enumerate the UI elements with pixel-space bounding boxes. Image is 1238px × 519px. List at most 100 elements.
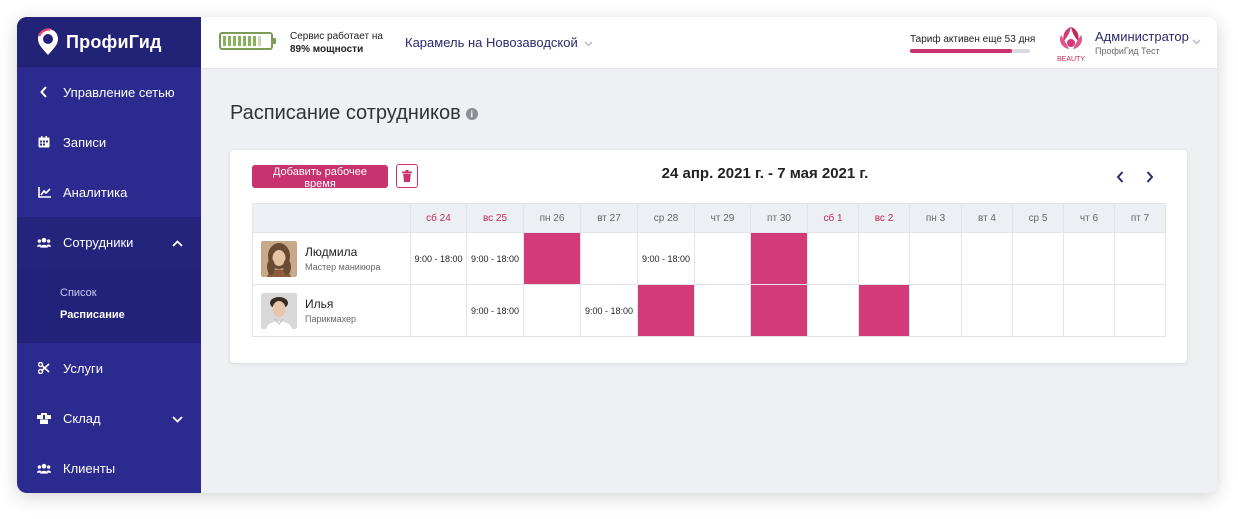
sidebar-item-clients[interactable]: Клиенты: [17, 443, 201, 493]
prev-period-button[interactable]: [1116, 170, 1124, 188]
employee-cell[interactable]: Илья Парикмахер: [252, 284, 411, 337]
schedule-table: сб 24 вс 25 пн 26 вт 27 ср 28 чт 29 пт 30 сб 1в…: [252, 203, 1166, 337]
schedule-cell-empty[interactable]: [961, 232, 1013, 285]
schedule-cell-shift[interactable]: 9:00 - 18:00: [580, 284, 638, 337]
beauty-logo-text: BEAUTY: [1057, 56, 1085, 63]
sidebar-item-label: Записи: [63, 134, 107, 150]
battery-icon: [219, 32, 276, 50]
day-column-header: вс 25: [466, 203, 524, 233]
sidebar: ПрофиГид Управление сетью Записи Аналити…: [17, 17, 201, 493]
employee-name: Людмила: [305, 245, 358, 259]
schedule-cell-marked[interactable]: [523, 232, 581, 285]
employee-role: Парикмахер: [305, 314, 357, 324]
avatar: [261, 292, 297, 329]
day-column-header: чт 6: [1063, 203, 1115, 233]
sidebar-item-analytics[interactable]: Аналитика: [17, 167, 201, 217]
day-column-header: вт 27: [580, 203, 638, 233]
schedule-cell-marked[interactable]: [750, 284, 808, 337]
table-header-row: сб 24 вс 25 пн 26 вт 27 ср 28 чт 29 пт 30 сб 1в…: [252, 203, 1166, 233]
schedule-cell-shift[interactable]: 9:00 - 18:00: [637, 232, 695, 285]
period-label: 24 апр. 2021 г. - 7 мая 2021 г.: [661, 165, 869, 182]
schedule-cell-empty[interactable]: [523, 284, 581, 337]
employee-name: Илья: [305, 297, 334, 311]
chart-icon: [37, 185, 51, 199]
employee-role: Мастер маникюра: [305, 262, 381, 272]
calendar-icon: [37, 135, 51, 149]
chevron-down-icon[interactable]: [1192, 32, 1201, 50]
branch-selector[interactable]: Карамель на Новозаводской: [405, 35, 593, 50]
brand-name: ПрофиГид: [66, 31, 162, 52]
schedule-cell-empty[interactable]: [909, 284, 962, 337]
day-column-header: пт 7: [1114, 203, 1166, 233]
schedule-cell-shift[interactable]: 9:00 - 18:00: [410, 232, 467, 285]
schedule-cell-empty[interactable]: [1012, 284, 1064, 337]
sidebar-item-network[interactable]: Управление сетью: [17, 67, 201, 117]
day-column-header: чт 29: [694, 203, 751, 233]
sidebar-item-label: Склад: [63, 410, 101, 426]
schedule-cell-empty[interactable]: [1012, 232, 1064, 285]
page-title: Расписание сотрудников i: [230, 102, 478, 125]
schedule-cell-marked[interactable]: [637, 284, 695, 337]
chevron-up-icon: [172, 235, 183, 250]
sidebar-item-label: Клиенты: [63, 460, 116, 476]
page-title-text: Расписание сотрудников: [230, 102, 461, 124]
chevron-right-icon: [1146, 171, 1154, 183]
day-column-header: пн 26: [523, 203, 581, 233]
sidebar-item-label: Управление сетью: [63, 84, 175, 100]
day-column-header: пн 3: [909, 203, 962, 233]
schedule-cell-shift[interactable]: 9:00 - 18:00: [466, 232, 524, 285]
scissors-icon: [37, 361, 51, 375]
schedule-cell-empty[interactable]: [1063, 232, 1115, 285]
sidebar-item-records[interactable]: Записи: [17, 117, 201, 167]
schedule-cell-marked[interactable]: [750, 232, 808, 285]
schedule-cell-empty[interactable]: [858, 232, 910, 285]
schedule-cell-empty[interactable]: [410, 284, 467, 337]
schedule-cell-marked[interactable]: [858, 284, 910, 337]
submenu-item-list[interactable]: Список: [60, 287, 97, 299]
sidebar-item-label: Услуги: [63, 360, 103, 376]
info-icon[interactable]: i: [465, 107, 478, 120]
table-row: Людмила Мастер маникюра 9:00 - 18:00 9:00 -…: [252, 232, 1166, 285]
service-status-text: Сервис работает на: [290, 31, 383, 42]
schedule-cell-shift[interactable]: 9:00 - 18:00: [466, 284, 524, 337]
employees-submenu: Список Расписание: [17, 267, 201, 343]
day-column-header: сб 24: [410, 203, 467, 233]
tariff-progress-bar: [910, 49, 1030, 53]
service-status-percent: 89% мощности: [290, 44, 364, 55]
top-header: Сервис работает на 89% мощности Карамель…: [201, 17, 1217, 69]
chevron-down-icon: [584, 35, 593, 50]
users-icon: [37, 235, 51, 249]
sidebar-item-warehouse[interactable]: Склад: [17, 393, 201, 443]
sidebar-item-services[interactable]: Услуги: [17, 343, 201, 393]
schedule-cell-empty[interactable]: [909, 232, 962, 285]
submenu-item-schedule[interactable]: Расписание: [60, 309, 125, 321]
sidebar-item-employees[interactable]: Сотрудники: [17, 217, 201, 267]
schedule-cell-empty[interactable]: [961, 284, 1013, 337]
day-column-header: вт 4: [961, 203, 1013, 233]
schedule-card: Добавить рабочее время 24 апр. 2021 г. -…: [230, 150, 1187, 363]
tariff-status: Тариф активен еще 53 дня: [910, 34, 1036, 45]
tariff-progress-fill: [910, 49, 1012, 53]
employee-cell[interactable]: Людмила Мастер маникюра: [252, 232, 411, 285]
sidebar-item-label: Аналитика: [63, 184, 128, 200]
service-status: Сервис работает на 89% мощности: [290, 30, 383, 56]
boxes-icon: [37, 411, 51, 425]
next-period-button[interactable]: [1146, 170, 1154, 188]
branch-name: Карамель на Новозаводской: [405, 35, 578, 50]
chevron-left-icon: [1116, 171, 1124, 183]
day-column-header: вс 2: [858, 203, 910, 233]
schedule-cell-empty[interactable]: [1063, 284, 1115, 337]
schedule-cell-empty[interactable]: [1114, 284, 1166, 337]
schedule-cell-empty[interactable]: [580, 232, 638, 285]
clients-icon: [37, 461, 51, 475]
schedule-cell-empty[interactable]: [1114, 232, 1166, 285]
schedule-cell-empty[interactable]: [694, 284, 751, 337]
table-row: Илья Парикмахер 9:00 - 18:00 9:00 - 18:00: [252, 284, 1166, 337]
schedule-cell-empty[interactable]: [694, 232, 751, 285]
brand-logo[interactable]: ПрофиГид: [17, 17, 201, 67]
schedule-cell-empty[interactable]: [807, 284, 859, 337]
schedule-cell-empty[interactable]: [807, 232, 859, 285]
employee-column-header: [252, 203, 411, 233]
day-column-header: сб 1: [807, 203, 859, 233]
user-menu[interactable]: Администратор: [1095, 29, 1189, 44]
